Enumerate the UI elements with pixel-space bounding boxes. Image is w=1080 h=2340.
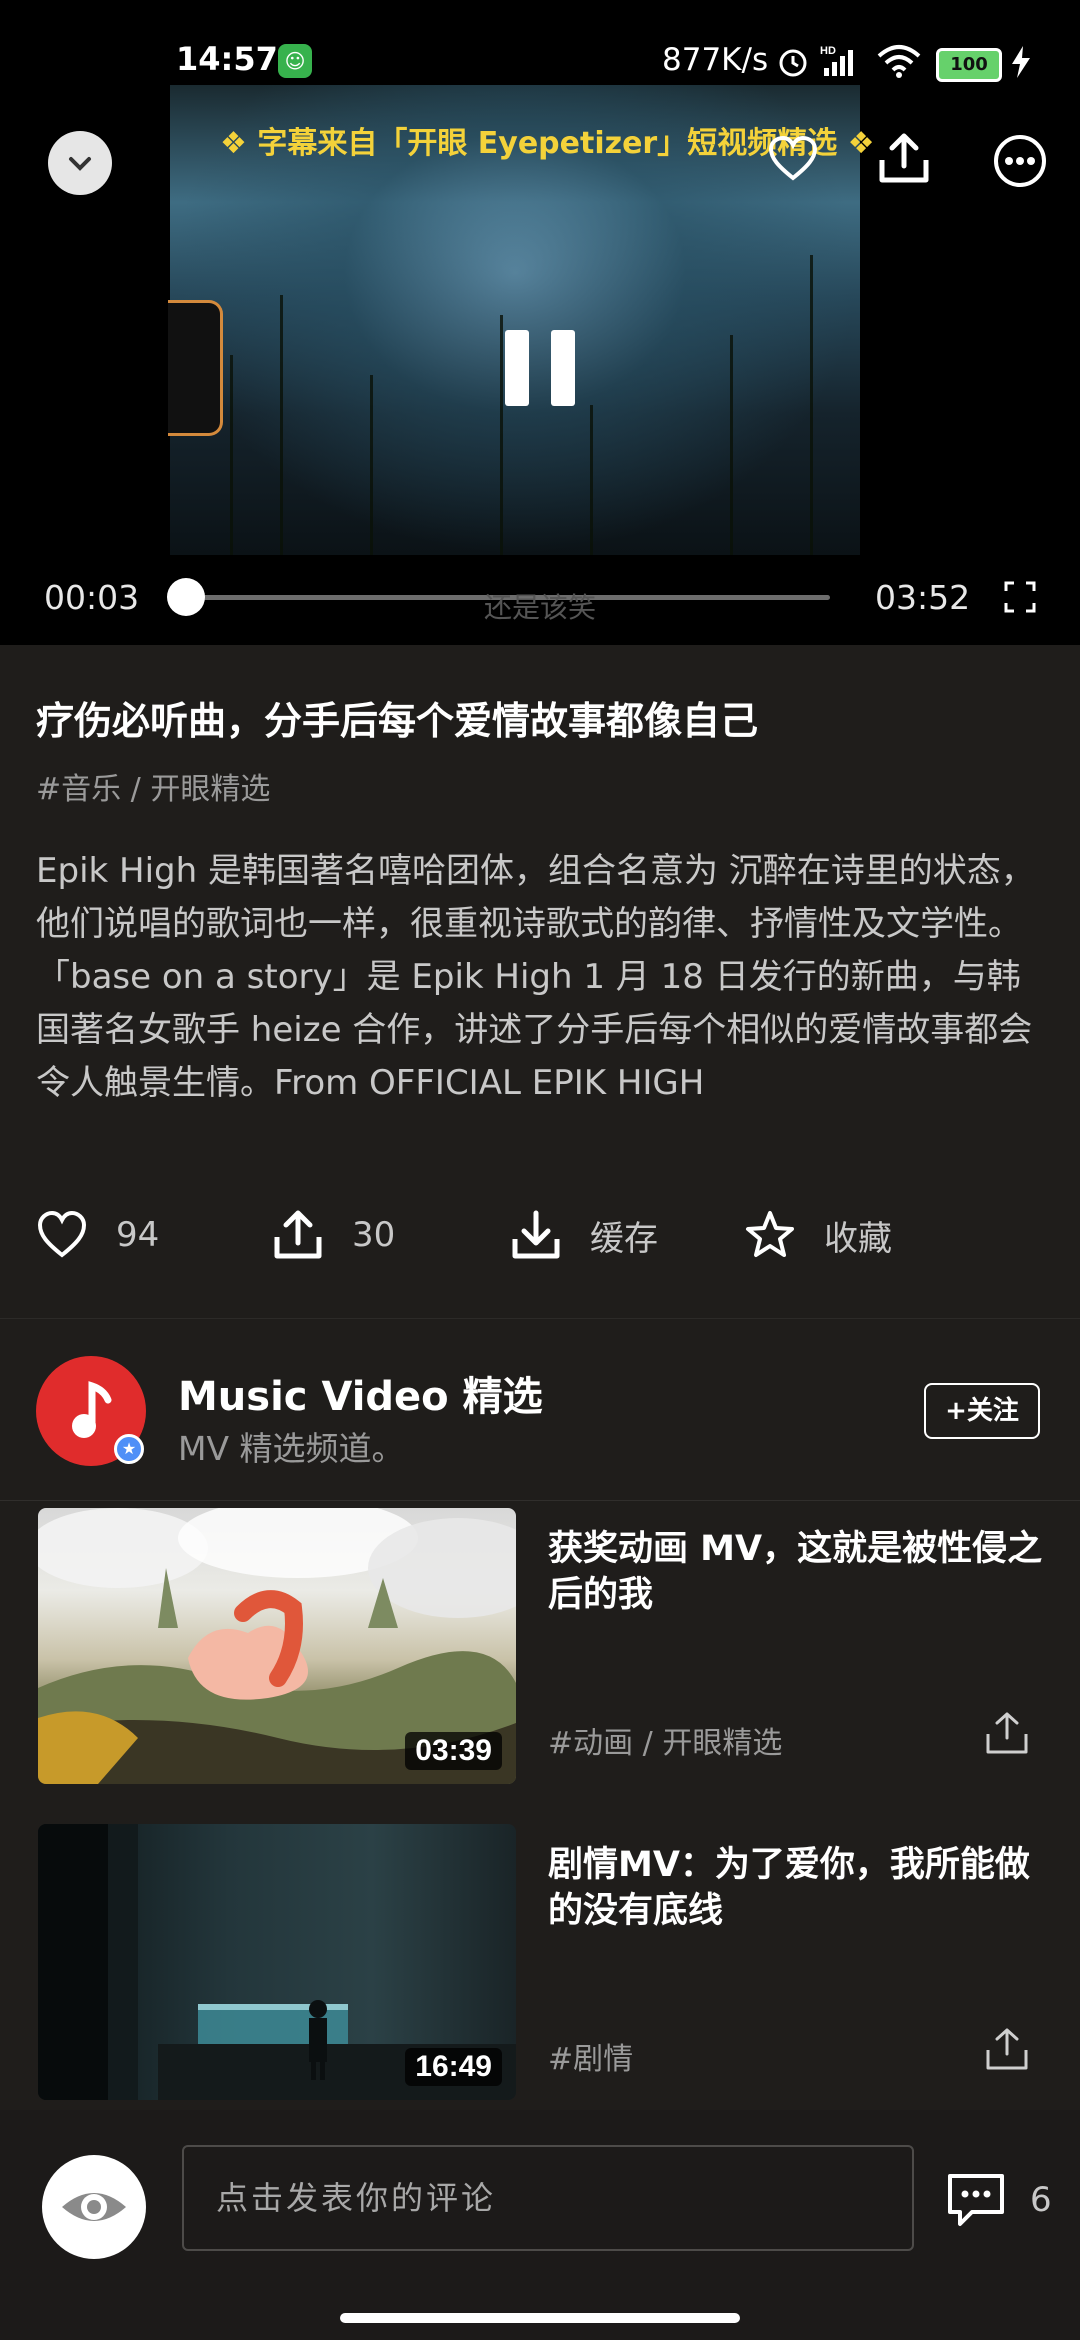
scenery-reed (370, 375, 373, 555)
collapse-button[interactable] (48, 131, 112, 195)
hd-signal-icon: HD (820, 45, 853, 76)
network-speed: 877K/s (662, 42, 769, 78)
verified-badge-icon: ★ (114, 1434, 144, 1464)
related-video-item[interactable]: 03:39 获奖动画 MV，这就是被性侵之后的我 #动画 / 开眼精选 (0, 1508, 1080, 1788)
related-video-title[interactable]: 剧情MV：为了爱你，我所能做的没有底线 (548, 1842, 1048, 1934)
comment-bar: 6 (0, 2110, 1080, 2340)
video-thumbnail[interactable]: 03:39 (38, 1508, 516, 1784)
eye-icon (62, 2193, 126, 2221)
battery-icon: 100 (936, 48, 1002, 82)
scenery-reed (500, 315, 503, 555)
related-video-tag[interactable]: #动画 / 开眼精选 (548, 1718, 782, 1762)
related-video-title[interactable]: 获奖动画 MV，这就是被性侵之后的我 (548, 1526, 1048, 1618)
share-icon[interactable] (982, 1708, 1032, 1758)
star-icon (746, 1211, 794, 1257)
share-button[interactable]: 30 (272, 1200, 395, 1270)
like-count: 94 (116, 1215, 160, 1255)
video-duration: 03:39 (405, 1732, 502, 1770)
share-icon (274, 1210, 322, 1259)
video-thumbnail[interactable]: 16:49 (38, 1824, 516, 2100)
action-bar: 94 30 缓存 收藏 (36, 1200, 1046, 1270)
heart-icon[interactable] (768, 136, 818, 182)
favorite-button[interactable]: 收藏 (744, 1200, 892, 1270)
scenery-reed (730, 335, 733, 555)
share-icon[interactable] (876, 130, 932, 186)
side-panel-tab[interactable] (168, 300, 223, 436)
comment-input[interactable] (182, 2145, 914, 2251)
divider (0, 1500, 1080, 1501)
more-icon[interactable] (992, 133, 1048, 189)
scenery-reed (810, 255, 813, 555)
related-video-tag[interactable]: #剧情 (548, 2034, 633, 2078)
progress-knob[interactable] (167, 578, 205, 616)
related-video-item[interactable]: 16:49 剧情MV：为了爱你，我所能做的没有底线 #剧情 (0, 1824, 1080, 2104)
total-time: 03:52 (875, 578, 971, 617)
video-description: Epik High 是韩国著名嘻哈团体，组合名意为 沉醉在诗里的状态，他们说唱的… (36, 851, 1035, 1103)
cache-label: 缓存 (590, 1218, 658, 1259)
chevron-down-icon (69, 157, 91, 171)
share-icon[interactable] (982, 2024, 1032, 2074)
follow-button[interactable]: +关注 (924, 1383, 1040, 1439)
like-button[interactable]: 94 (36, 1200, 159, 1270)
channel-row[interactable]: ★ Music Video 精选 MV 精选频道。 +关注 (0, 1340, 1080, 1500)
current-time: 00:03 (44, 578, 140, 617)
charging-icon (1012, 46, 1030, 78)
lyric-subtitle: 还是该笑 (483, 591, 596, 624)
scenery-reed (230, 355, 233, 555)
status-time: 14:57 (176, 40, 278, 78)
scenery-reed (280, 295, 283, 555)
like-heart-icon (37, 1210, 87, 1258)
cache-button[interactable]: 缓存 (510, 1200, 658, 1270)
comment-count: 6 (1030, 2180, 1052, 2220)
status-bar: 14:57 ☺ 877K/s HD 100 (0, 0, 1080, 120)
channel-name[interactable]: Music Video 精选 (178, 1364, 543, 1422)
scenery-reed (590, 405, 593, 555)
subtitle-banner: ❖ 字幕来自「开眼 Eyepetizer」短视频精选 ❖ (220, 126, 875, 161)
pause-icon[interactable] (505, 330, 575, 410)
svg-text:HD: HD (820, 45, 836, 57)
eye-button[interactable] (42, 2155, 146, 2259)
wifi-icon (877, 45, 921, 78)
divider (0, 1318, 1080, 1319)
fullscreen-icon[interactable] (1003, 580, 1037, 614)
comment-icon[interactable] (946, 2172, 1006, 2228)
share-count: 30 (352, 1215, 396, 1255)
alarm-icon (779, 49, 807, 77)
video-title: 疗伤必听曲，分手后每个爱情故事都像自己 (36, 699, 759, 743)
app-notification-icon: ☺ (278, 44, 312, 78)
video-player[interactable]: 14:57 ☺ 877K/s HD 100 ❖ 字幕来自「开眼 Eyepetiz… (0, 0, 1080, 645)
download-icon (512, 1210, 560, 1259)
home-indicator[interactable] (340, 2313, 740, 2323)
video-duration: 16:49 (405, 2048, 502, 2086)
favorite-label: 收藏 (824, 1218, 892, 1259)
video-tags[interactable]: #音乐 / 开眼精选 (36, 764, 270, 808)
channel-description: MV 精选频道。 (178, 1429, 405, 1468)
